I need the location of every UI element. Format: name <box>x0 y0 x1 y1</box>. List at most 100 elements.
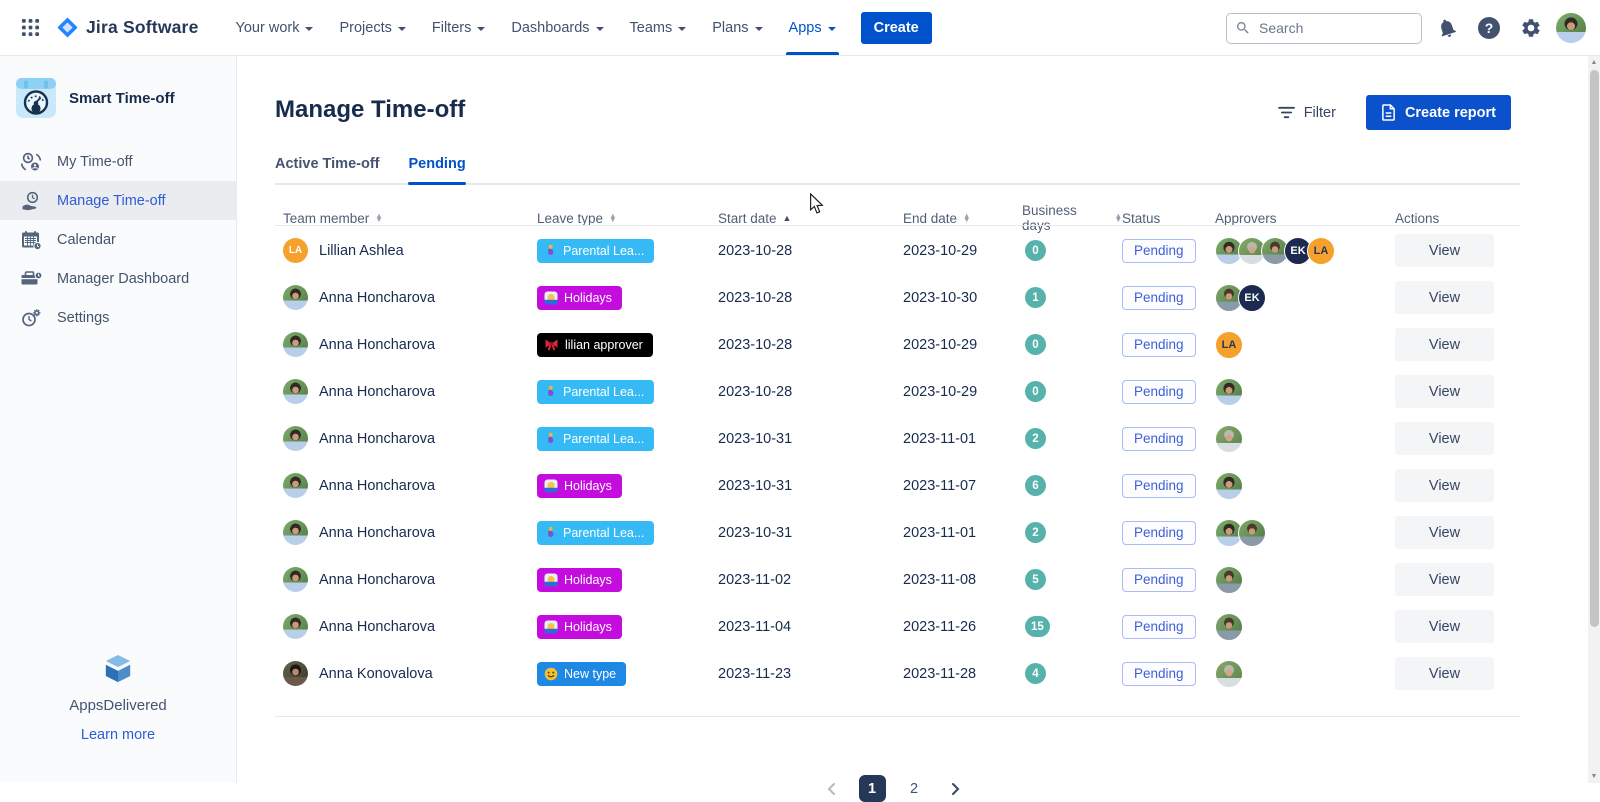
leave-type-badge: Holidays <box>537 568 622 592</box>
team-member-cell: Anna Honcharova <box>283 614 537 639</box>
table-row: Anna Honcharovalilian approver2023-10-28… <box>283 321 1508 368</box>
create-button[interactable]: Create <box>861 12 932 44</box>
jira-logo[interactable]: Jira Software <box>56 16 199 39</box>
status-cell: Pending <box>1122 568 1215 592</box>
vertical-scrollbar[interactable]: ▲ ▼ <box>1588 56 1600 783</box>
create-report-button[interactable]: Create report <box>1366 95 1511 130</box>
leave-type-icon <box>544 479 558 493</box>
view-button[interactable]: View <box>1395 375 1494 408</box>
approvers-group <box>1215 613 1395 641</box>
approver-avatar: LA <box>1307 237 1335 265</box>
nav-item-teams[interactable]: Teams <box>617 0 700 55</box>
approver-avatar: LA <box>1215 331 1243 359</box>
business-days-badge: 1 <box>1025 287 1046 308</box>
end-date: 2023-11-07 <box>903 478 1022 494</box>
business-days-cell: 2 <box>1022 428 1122 449</box>
topbar-right: ? <box>1226 0 1586 56</box>
chevron-down-icon <box>828 27 836 31</box>
business-days-cell: 15 <box>1022 616 1122 637</box>
member-avatar <box>283 426 308 451</box>
view-button[interactable]: View <box>1395 516 1494 549</box>
page-1-button[interactable]: 1 <box>859 775 886 802</box>
leave-type-label: Holidays <box>564 479 612 493</box>
document-icon <box>1381 104 1396 121</box>
user-avatar[interactable] <box>1556 13 1586 43</box>
nav-item-apps[interactable]: Apps <box>776 0 849 55</box>
page-2-button[interactable]: 2 <box>901 775 928 802</box>
app-switcher-icon[interactable] <box>14 12 46 44</box>
column-header-end-date[interactable]: End date▲▼ <box>903 211 1022 226</box>
table-bottom-divider <box>275 716 1520 717</box>
sidebar-item-manager-dashboard[interactable]: Manager Dashboard <box>0 259 236 298</box>
view-button[interactable]: View <box>1395 610 1494 643</box>
smart-timeoff-app-icon <box>16 78 56 118</box>
leave-type-cell: Holidays <box>537 568 718 592</box>
scrollbar-up-arrow[interactable]: ▲ <box>1588 56 1600 69</box>
team-member-cell: Anna Honcharova <box>283 520 537 545</box>
table-row: Anna HoncharovaParental Lea...2023-10-31… <box>283 509 1508 556</box>
search-input[interactable] <box>1257 19 1413 37</box>
view-button[interactable]: View <box>1395 234 1494 267</box>
sidebar-item-settings[interactable]: Settings <box>0 298 236 337</box>
table-row: Anna HoncharovaHolidays2023-11-022023-11… <box>283 556 1508 603</box>
notifications-bell-icon[interactable] <box>1430 11 1464 45</box>
leave-type-label: Parental Lea... <box>563 385 644 399</box>
leave-type-label: Parental Lea... <box>563 526 644 540</box>
search-box[interactable] <box>1226 13 1422 44</box>
scrollbar-down-arrow[interactable]: ▼ <box>1588 770 1600 783</box>
manager-dashboard-icon <box>19 267 43 291</box>
member-avatar <box>283 614 308 639</box>
approvers-group <box>1215 425 1395 453</box>
team-member-cell: Anna Honcharova <box>283 332 537 357</box>
sidebar-item-my-timeoff[interactable]: My Time-off <box>0 142 236 181</box>
leave-type-icon <box>544 526 557 539</box>
column-header-leave-type[interactable]: Leave type▲▼ <box>537 211 718 226</box>
status-cell: Pending <box>1122 333 1215 357</box>
end-date: 2023-10-29 <box>903 337 1022 353</box>
sidebar: Smart Time-off My Time-off Manage Time-o… <box>0 56 237 783</box>
view-button[interactable]: View <box>1395 328 1494 361</box>
nav-item-filters[interactable]: Filters <box>419 0 498 55</box>
business-days-badge: 0 <box>1025 334 1046 355</box>
nav-item-plans[interactable]: Plans <box>699 0 775 55</box>
sidebar-item-manage-timeoff[interactable]: Manage Time-off <box>0 181 236 220</box>
team-member-cell: Anna Honcharova <box>283 285 537 310</box>
status-badge: Pending <box>1122 427 1196 451</box>
settings-gear-icon[interactable] <box>1514 11 1548 45</box>
learn-more-link[interactable]: Learn more <box>0 727 236 743</box>
help-icon[interactable]: ? <box>1472 11 1506 45</box>
next-page-button[interactable] <box>943 777 967 801</box>
status-badge: Pending <box>1122 568 1196 592</box>
table-row: Anna HoncharovaParental Lea...2023-10-28… <box>283 368 1508 415</box>
view-button[interactable]: View <box>1395 657 1494 690</box>
tab-active-timeoff[interactable]: Active Time-off <box>275 156 379 183</box>
nav-item-dashboards[interactable]: Dashboards <box>498 0 616 55</box>
business-days-cell: 6 <box>1022 475 1122 496</box>
leave-type-badge: lilian approver <box>537 333 653 357</box>
sidebar-item-calendar[interactable]: Calendar <box>0 220 236 259</box>
column-header-start-date[interactable]: Start date▲ <box>718 211 903 226</box>
chevron-down-icon <box>755 27 763 31</box>
view-button[interactable]: View <box>1395 469 1494 502</box>
actions-cell: View <box>1395 328 1508 361</box>
view-button[interactable]: View <box>1395 563 1494 596</box>
scrollbar-thumb[interactable] <box>1590 70 1599 627</box>
leave-type-label: Holidays <box>564 620 612 634</box>
view-button[interactable]: View <box>1395 281 1494 314</box>
tab-pending[interactable]: Pending <box>408 156 465 183</box>
member-avatar <box>283 332 308 357</box>
view-button[interactable]: View <box>1395 422 1494 455</box>
prev-page-button[interactable] <box>820 777 844 801</box>
nav-item-projects[interactable]: Projects <box>326 0 418 55</box>
member-name: Anna Honcharova <box>319 572 435 588</box>
approvers-group: EKLA <box>1215 237 1395 265</box>
start-date: 2023-11-02 <box>718 572 903 588</box>
filter-button[interactable]: Filter <box>1272 104 1342 122</box>
nav-item-your-work[interactable]: Your work <box>223 0 327 55</box>
end-date: 2023-11-01 <box>903 431 1022 447</box>
table-body: LALillian AshleaParental Lea...2023-10-2… <box>283 227 1508 697</box>
column-header-team-member[interactable]: Team member▲▼ <box>283 211 537 226</box>
approvers-group <box>1215 519 1395 547</box>
sort-icon: ▲▼ <box>609 214 616 223</box>
status-badge: Pending <box>1122 662 1196 686</box>
